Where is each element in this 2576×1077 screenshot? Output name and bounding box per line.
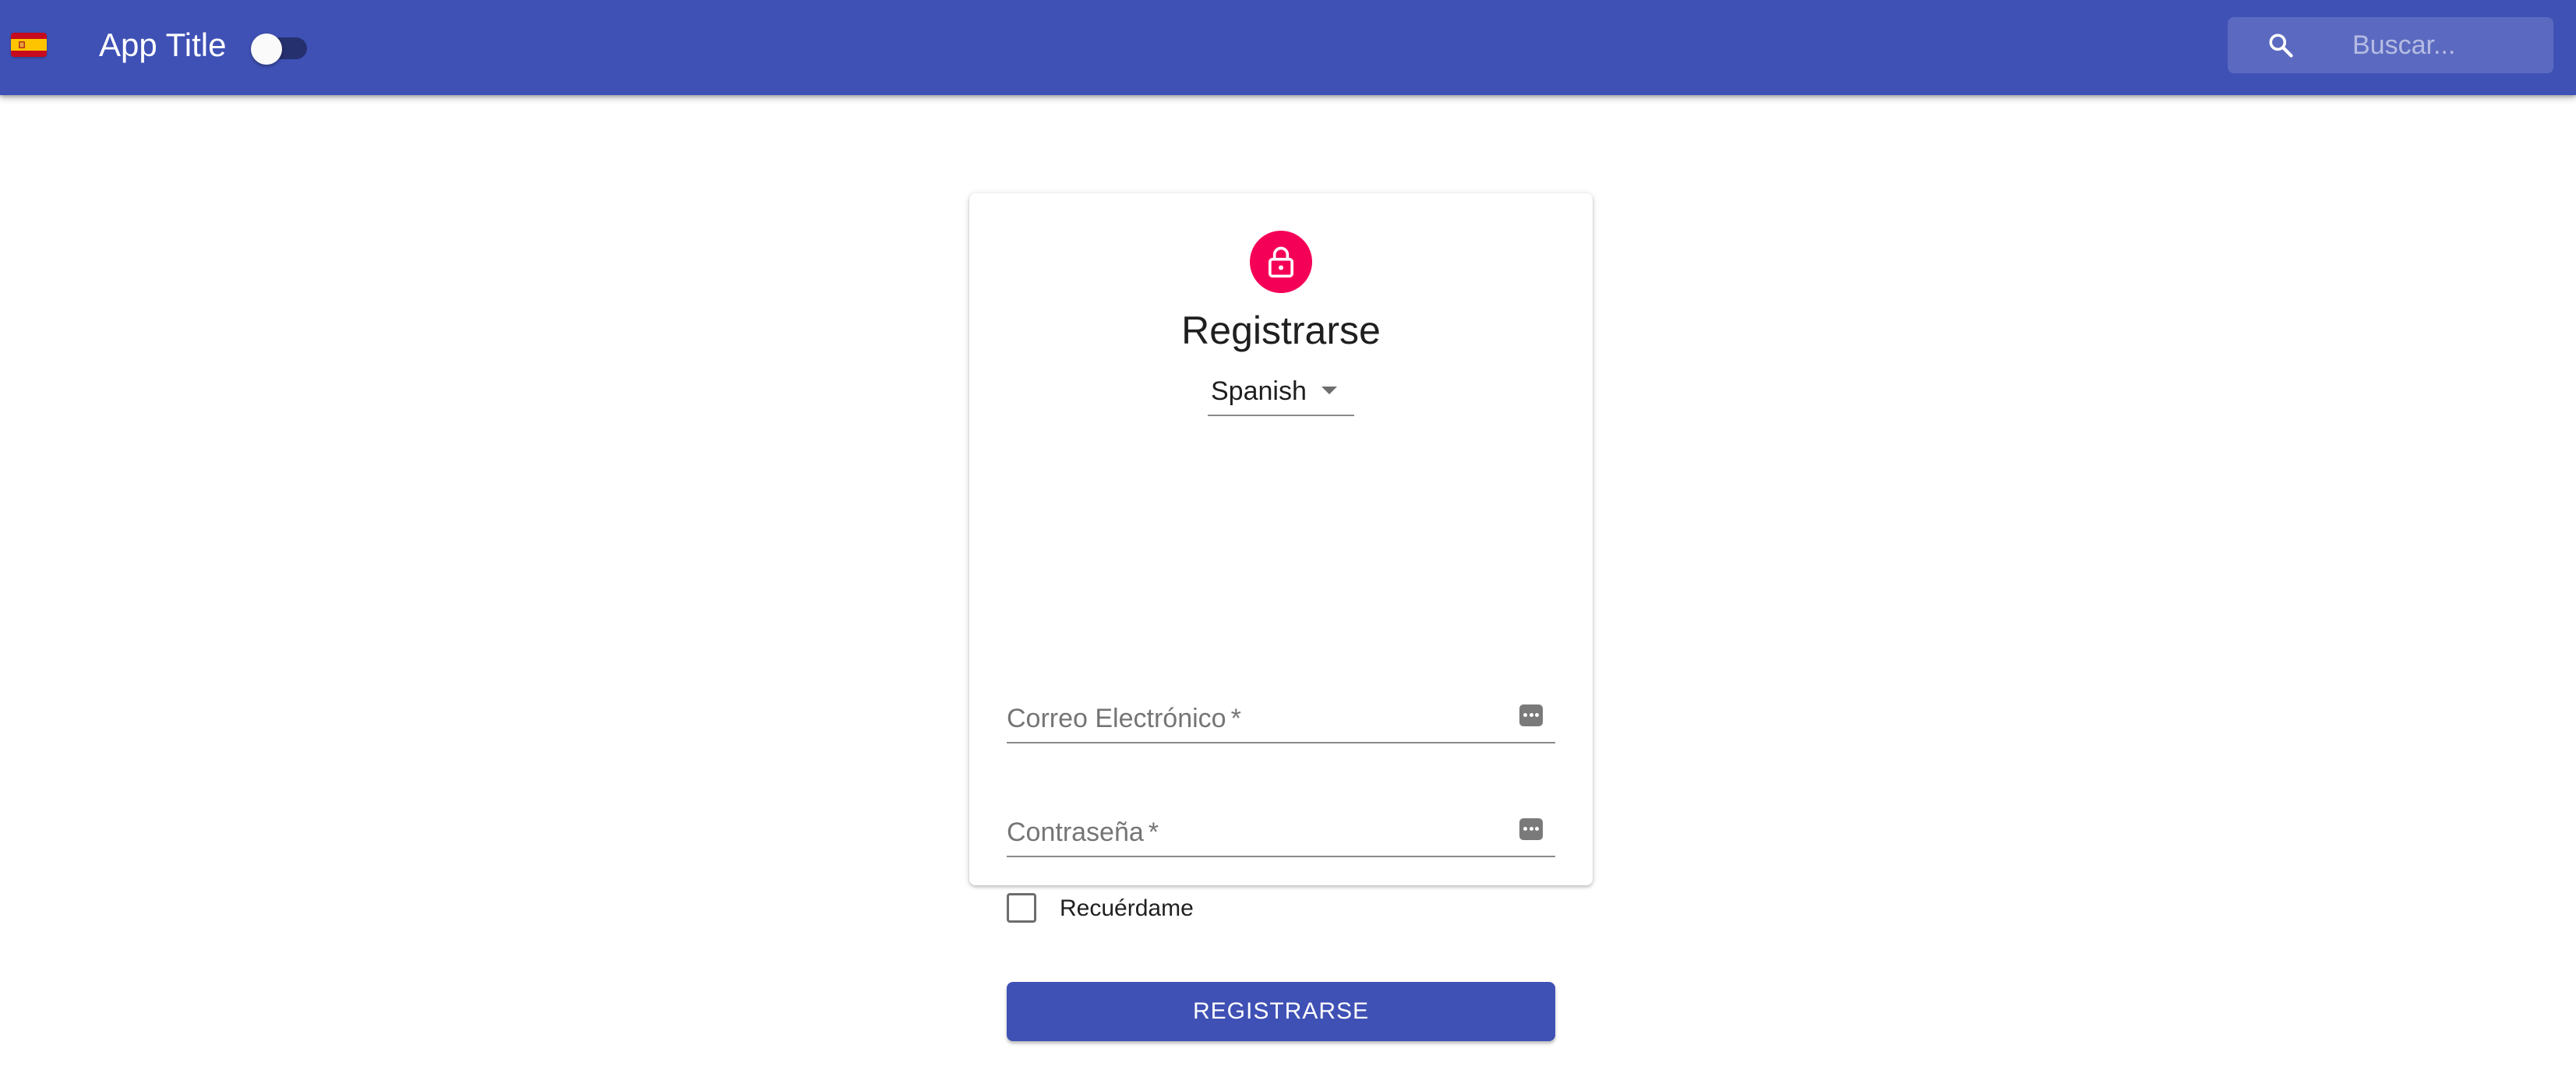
remember-me-label: Recuérdame bbox=[1060, 895, 1194, 921]
app-title: App Title bbox=[99, 26, 227, 63]
register-button[interactable]: Registrarse bbox=[1007, 982, 1555, 1041]
spain-flag-icon[interactable] bbox=[11, 33, 47, 57]
remember-me-checkbox[interactable] bbox=[1007, 893, 1036, 923]
search-box bbox=[2228, 17, 2553, 73]
dropdown-arrow-icon bbox=[1322, 387, 1337, 394]
password-manager-icon[interactable] bbox=[1519, 704, 1543, 726]
theme-toggle[interactable] bbox=[251, 31, 307, 65]
lock-avatar bbox=[1250, 231, 1312, 293]
lock-icon bbox=[1269, 246, 1293, 278]
language-select[interactable]: Spanish bbox=[1208, 365, 1354, 416]
search-icon bbox=[2267, 31, 2295, 59]
search-input[interactable] bbox=[2352, 17, 2539, 73]
language-select-value: Spanish bbox=[1211, 376, 1307, 406]
remember-me[interactable]: Recuérdame bbox=[1007, 893, 1240, 924]
page-title: Registrarse bbox=[1181, 309, 1381, 352]
password-manager-icon[interactable] bbox=[1519, 818, 1543, 840]
email-field[interactable]: Correo Electrónico * bbox=[1007, 672, 1555, 743]
app-bar: App Title bbox=[0, 0, 2576, 95]
toggle-thumb bbox=[251, 34, 282, 65]
password-field[interactable]: Contraseña * bbox=[1007, 786, 1555, 857]
email-input[interactable] bbox=[1007, 700, 1505, 739]
signup-card: Registrarse Spanish Correo Electrónico * … bbox=[969, 193, 1593, 1041]
password-input[interactable] bbox=[1007, 814, 1505, 853]
